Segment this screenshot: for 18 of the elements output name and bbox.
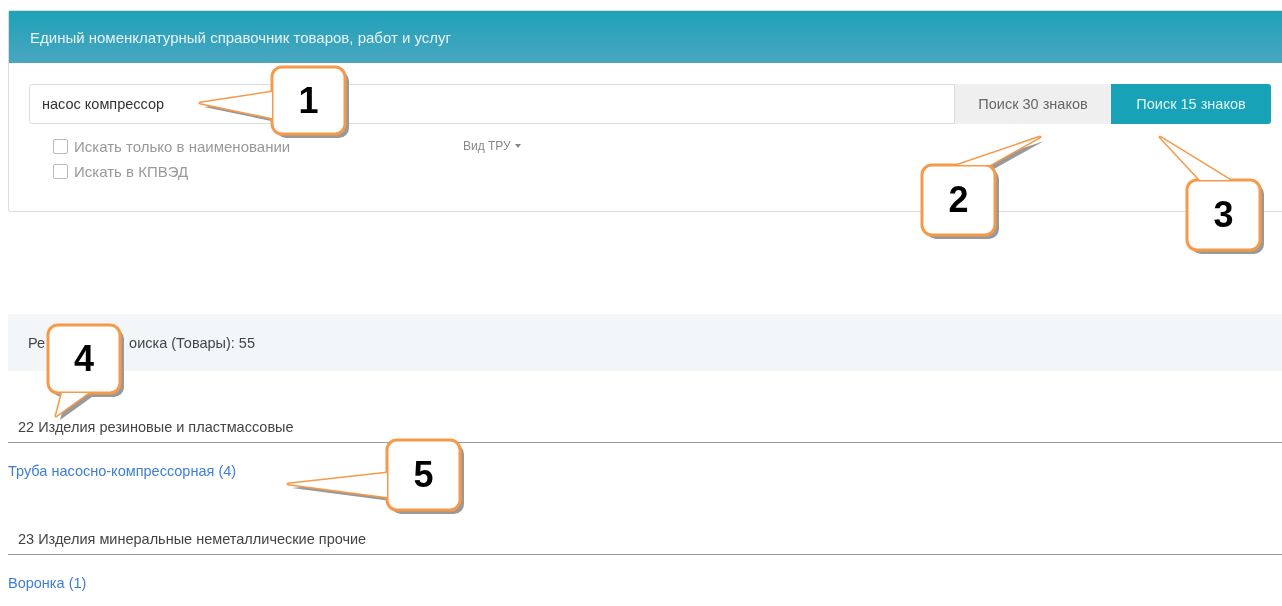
results-text: оиска (Товары): 55 — [129, 334, 255, 351]
checkbox-label: Искать в КПВЭД — [74, 163, 189, 180]
panel-title: Единый номенклатурный справочник товаров, работ и услуг — [30, 28, 452, 46]
callout-number: 2 — [948, 179, 969, 220]
results-text: Ре — [28, 334, 46, 351]
search-button[interactable]: Поиск 15 знаков — [1111, 84, 1271, 124]
type-dropdown[interactable]: Вид ТРУ — [463, 138, 521, 154]
checkbox[interactable] — [53, 164, 68, 179]
checkbox-label: Искать только в наименовании — [74, 138, 291, 155]
caret-icon — [514, 144, 521, 148]
item-link[interactable]: Труба насосно-компрессорная (4) — [8, 463, 237, 479]
group-heading: 23 Изделия минеральные неметаллические прочие — [8, 531, 1282, 555]
callout-number: 5 — [413, 454, 434, 495]
callout-number: 4 — [74, 338, 94, 379]
callout-number: 3 — [1213, 194, 1234, 235]
search-button[interactable]: Поиск 30 знаков — [955, 84, 1111, 124]
item-link[interactable]: Воронка (1) — [8, 575, 87, 591]
checkbox[interactable] — [53, 139, 68, 154]
